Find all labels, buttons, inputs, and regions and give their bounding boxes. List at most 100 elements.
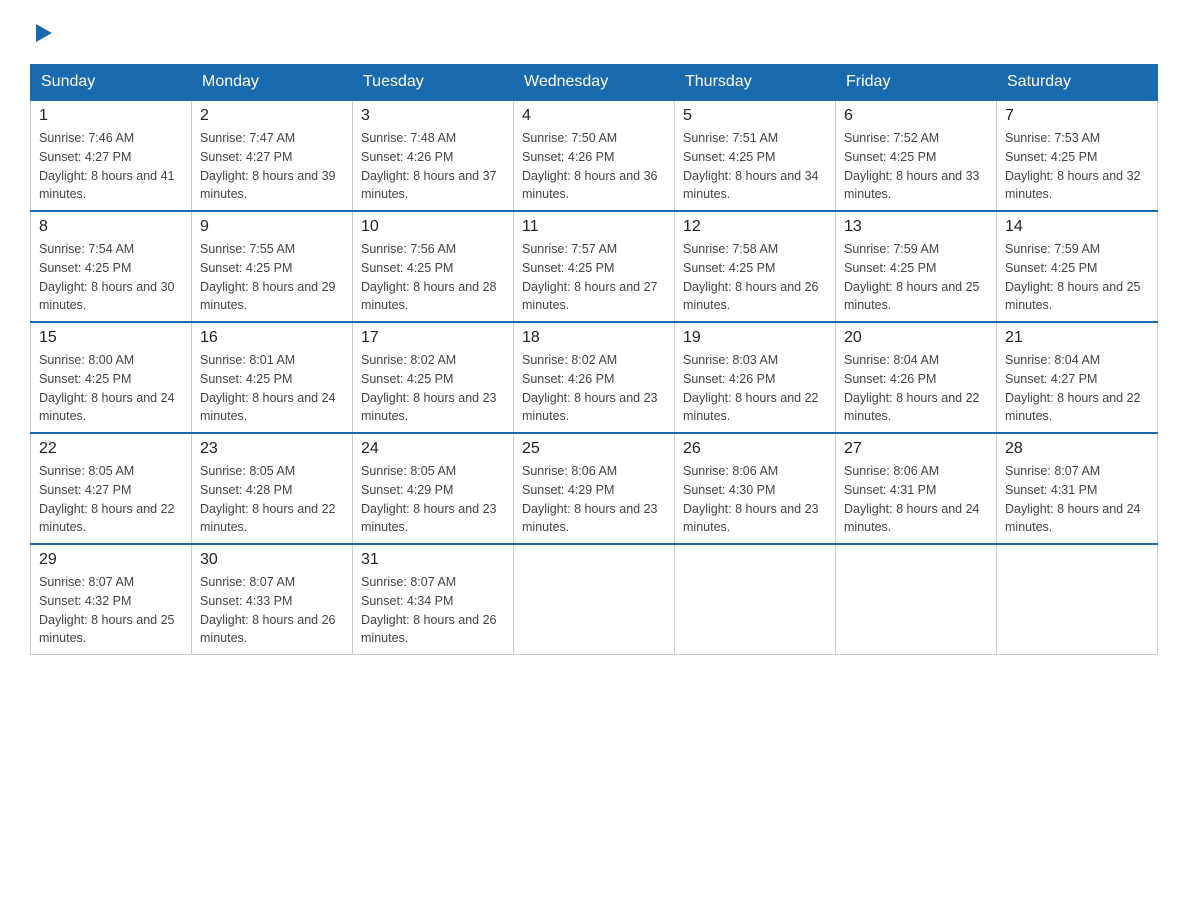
calendar-cell: 8 Sunrise: 7:54 AMSunset: 4:25 PMDayligh… xyxy=(31,211,192,322)
calendar-table: SundayMondayTuesdayWednesdayThursdayFrid… xyxy=(30,64,1158,655)
calendar-cell xyxy=(836,544,997,655)
day-number: 23 xyxy=(200,440,344,458)
day-number: 25 xyxy=(522,440,666,458)
calendar-cell: 19 Sunrise: 8:03 AMSunset: 4:26 PMDaylig… xyxy=(675,322,836,433)
calendar-cell: 27 Sunrise: 8:06 AMSunset: 4:31 PMDaylig… xyxy=(836,433,997,544)
calendar-cell: 2 Sunrise: 7:47 AMSunset: 4:27 PMDayligh… xyxy=(192,100,353,211)
column-header-thursday: Thursday xyxy=(675,65,836,101)
logo xyxy=(30,20,54,44)
day-info: Sunrise: 8:05 AMSunset: 4:28 PMDaylight:… xyxy=(200,462,344,537)
column-header-tuesday: Tuesday xyxy=(353,65,514,101)
day-info: Sunrise: 7:56 AMSunset: 4:25 PMDaylight:… xyxy=(361,240,505,315)
calendar-cell: 12 Sunrise: 7:58 AMSunset: 4:25 PMDaylig… xyxy=(675,211,836,322)
day-info: Sunrise: 8:06 AMSunset: 4:31 PMDaylight:… xyxy=(844,462,988,537)
calendar-cell: 31 Sunrise: 8:07 AMSunset: 4:34 PMDaylig… xyxy=(353,544,514,655)
day-number: 18 xyxy=(522,329,666,347)
day-info: Sunrise: 7:52 AMSunset: 4:25 PMDaylight:… xyxy=(844,129,988,204)
page-header xyxy=(30,20,1158,44)
calendar-cell xyxy=(514,544,675,655)
day-info: Sunrise: 7:46 AMSunset: 4:27 PMDaylight:… xyxy=(39,129,183,204)
calendar-cell: 26 Sunrise: 8:06 AMSunset: 4:30 PMDaylig… xyxy=(675,433,836,544)
day-info: Sunrise: 7:48 AMSunset: 4:26 PMDaylight:… xyxy=(361,129,505,204)
day-info: Sunrise: 8:00 AMSunset: 4:25 PMDaylight:… xyxy=(39,351,183,426)
day-number: 16 xyxy=(200,329,344,347)
day-number: 12 xyxy=(683,218,827,236)
week-row-5: 29 Sunrise: 8:07 AMSunset: 4:32 PMDaylig… xyxy=(31,544,1158,655)
logo-triangle-icon xyxy=(32,22,54,44)
day-number: 2 xyxy=(200,107,344,125)
day-number: 7 xyxy=(1005,107,1149,125)
calendar-cell: 23 Sunrise: 8:05 AMSunset: 4:28 PMDaylig… xyxy=(192,433,353,544)
day-info: Sunrise: 8:05 AMSunset: 4:27 PMDaylight:… xyxy=(39,462,183,537)
calendar-cell: 30 Sunrise: 8:07 AMSunset: 4:33 PMDaylig… xyxy=(192,544,353,655)
calendar-cell: 9 Sunrise: 7:55 AMSunset: 4:25 PMDayligh… xyxy=(192,211,353,322)
day-number: 10 xyxy=(361,218,505,236)
week-row-2: 8 Sunrise: 7:54 AMSunset: 4:25 PMDayligh… xyxy=(31,211,1158,322)
day-info: Sunrise: 7:55 AMSunset: 4:25 PMDaylight:… xyxy=(200,240,344,315)
day-number: 22 xyxy=(39,440,183,458)
day-info: Sunrise: 8:07 AMSunset: 4:32 PMDaylight:… xyxy=(39,573,183,648)
day-info: Sunrise: 7:47 AMSunset: 4:27 PMDaylight:… xyxy=(200,129,344,204)
day-number: 11 xyxy=(522,218,666,236)
day-info: Sunrise: 7:54 AMSunset: 4:25 PMDaylight:… xyxy=(39,240,183,315)
column-header-saturday: Saturday xyxy=(997,65,1158,101)
day-info: Sunrise: 8:04 AMSunset: 4:27 PMDaylight:… xyxy=(1005,351,1149,426)
week-row-4: 22 Sunrise: 8:05 AMSunset: 4:27 PMDaylig… xyxy=(31,433,1158,544)
week-row-1: 1 Sunrise: 7:46 AMSunset: 4:27 PMDayligh… xyxy=(31,100,1158,211)
calendar-cell: 14 Sunrise: 7:59 AMSunset: 4:25 PMDaylig… xyxy=(997,211,1158,322)
day-number: 31 xyxy=(361,551,505,569)
day-number: 30 xyxy=(200,551,344,569)
day-info: Sunrise: 7:57 AMSunset: 4:25 PMDaylight:… xyxy=(522,240,666,315)
day-info: Sunrise: 7:51 AMSunset: 4:25 PMDaylight:… xyxy=(683,129,827,204)
day-number: 9 xyxy=(200,218,344,236)
day-info: Sunrise: 8:01 AMSunset: 4:25 PMDaylight:… xyxy=(200,351,344,426)
day-info: Sunrise: 7:59 AMSunset: 4:25 PMDaylight:… xyxy=(1005,240,1149,315)
day-number: 8 xyxy=(39,218,183,236)
day-number: 13 xyxy=(844,218,988,236)
column-header-monday: Monday xyxy=(192,65,353,101)
calendar-cell: 10 Sunrise: 7:56 AMSunset: 4:25 PMDaylig… xyxy=(353,211,514,322)
calendar-cell: 22 Sunrise: 8:05 AMSunset: 4:27 PMDaylig… xyxy=(31,433,192,544)
day-info: Sunrise: 7:50 AMSunset: 4:26 PMDaylight:… xyxy=(522,129,666,204)
day-number: 24 xyxy=(361,440,505,458)
day-number: 28 xyxy=(1005,440,1149,458)
day-number: 1 xyxy=(39,107,183,125)
day-info: Sunrise: 8:03 AMSunset: 4:26 PMDaylight:… xyxy=(683,351,827,426)
column-header-sunday: Sunday xyxy=(31,65,192,101)
day-info: Sunrise: 8:04 AMSunset: 4:26 PMDaylight:… xyxy=(844,351,988,426)
calendar-cell: 11 Sunrise: 7:57 AMSunset: 4:25 PMDaylig… xyxy=(514,211,675,322)
calendar-cell: 15 Sunrise: 8:00 AMSunset: 4:25 PMDaylig… xyxy=(31,322,192,433)
day-info: Sunrise: 8:02 AMSunset: 4:25 PMDaylight:… xyxy=(361,351,505,426)
day-number: 29 xyxy=(39,551,183,569)
calendar-cell xyxy=(997,544,1158,655)
calendar-cell: 4 Sunrise: 7:50 AMSunset: 4:26 PMDayligh… xyxy=(514,100,675,211)
calendar-cell: 3 Sunrise: 7:48 AMSunset: 4:26 PMDayligh… xyxy=(353,100,514,211)
day-number: 4 xyxy=(522,107,666,125)
calendar-cell: 29 Sunrise: 8:07 AMSunset: 4:32 PMDaylig… xyxy=(31,544,192,655)
calendar-cell: 5 Sunrise: 7:51 AMSunset: 4:25 PMDayligh… xyxy=(675,100,836,211)
day-info: Sunrise: 8:05 AMSunset: 4:29 PMDaylight:… xyxy=(361,462,505,537)
day-number: 21 xyxy=(1005,329,1149,347)
calendar-cell: 25 Sunrise: 8:06 AMSunset: 4:29 PMDaylig… xyxy=(514,433,675,544)
day-info: Sunrise: 8:06 AMSunset: 4:29 PMDaylight:… xyxy=(522,462,666,537)
week-row-3: 15 Sunrise: 8:00 AMSunset: 4:25 PMDaylig… xyxy=(31,322,1158,433)
day-number: 26 xyxy=(683,440,827,458)
column-header-friday: Friday xyxy=(836,65,997,101)
day-number: 3 xyxy=(361,107,505,125)
calendar-cell: 18 Sunrise: 8:02 AMSunset: 4:26 PMDaylig… xyxy=(514,322,675,433)
calendar-cell: 17 Sunrise: 8:02 AMSunset: 4:25 PMDaylig… xyxy=(353,322,514,433)
day-info: Sunrise: 8:07 AMSunset: 4:31 PMDaylight:… xyxy=(1005,462,1149,537)
calendar-cell: 21 Sunrise: 8:04 AMSunset: 4:27 PMDaylig… xyxy=(997,322,1158,433)
calendar-cell: 16 Sunrise: 8:01 AMSunset: 4:25 PMDaylig… xyxy=(192,322,353,433)
calendar-cell: 24 Sunrise: 8:05 AMSunset: 4:29 PMDaylig… xyxy=(353,433,514,544)
day-number: 20 xyxy=(844,329,988,347)
calendar-header-row: SundayMondayTuesdayWednesdayThursdayFrid… xyxy=(31,65,1158,101)
calendar-cell: 20 Sunrise: 8:04 AMSunset: 4:26 PMDaylig… xyxy=(836,322,997,433)
calendar-cell: 28 Sunrise: 8:07 AMSunset: 4:31 PMDaylig… xyxy=(997,433,1158,544)
day-number: 5 xyxy=(683,107,827,125)
day-number: 17 xyxy=(361,329,505,347)
day-info: Sunrise: 7:59 AMSunset: 4:25 PMDaylight:… xyxy=(844,240,988,315)
day-number: 14 xyxy=(1005,218,1149,236)
day-number: 15 xyxy=(39,329,183,347)
day-info: Sunrise: 7:58 AMSunset: 4:25 PMDaylight:… xyxy=(683,240,827,315)
